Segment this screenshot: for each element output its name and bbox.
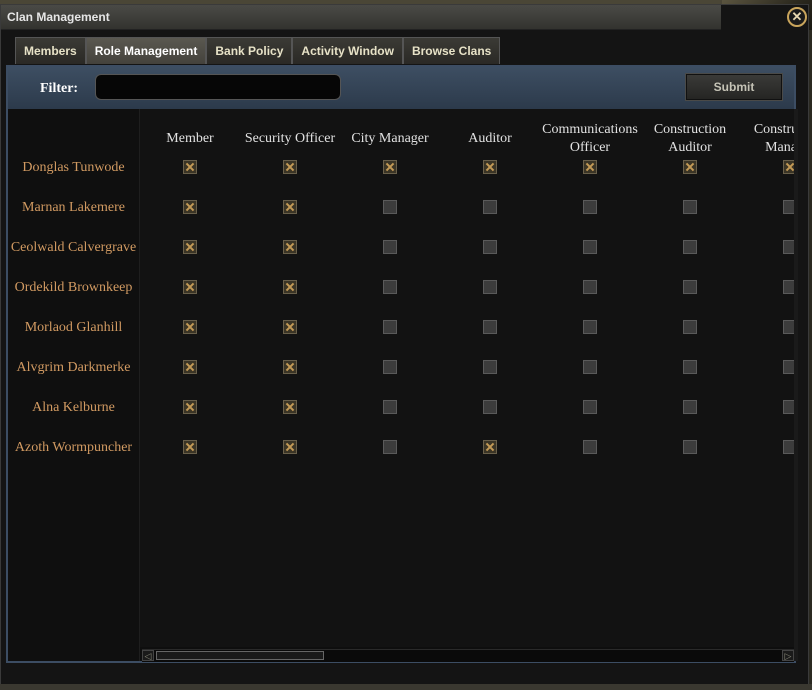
role-checkbox[interactable] (283, 160, 297, 174)
role-checkbox[interactable] (183, 240, 197, 254)
scrollbar-thumb[interactable] (156, 651, 324, 660)
member-name: Donglas Tunwode (22, 159, 125, 175)
role-checkbox[interactable] (483, 200, 497, 214)
role-checkbox[interactable] (183, 440, 197, 454)
close-icon[interactable]: ✕ (787, 7, 807, 27)
role-checkbox[interactable] (483, 240, 497, 254)
role-management-panel: Filter: Submit Donglas Tunwode Marnan Lak… (6, 65, 798, 663)
column-header: Construction Auditor (653, 122, 727, 155)
member-name-column: Donglas Tunwode Marnan Lakemere Ceolwald C… (8, 109, 140, 661)
role-checkbox[interactable] (783, 440, 794, 454)
column-header: Auditor (468, 131, 512, 146)
horizontal-scrollbar[interactable]: ◁ ▷ (142, 649, 794, 662)
filter-input[interactable] (95, 74, 341, 100)
role-checkbox[interactable] (683, 280, 697, 294)
tab-bank-policy[interactable]: Bank Policy (206, 37, 293, 64)
role-checkbox[interactable] (583, 320, 597, 334)
role-checkbox[interactable] (583, 400, 597, 414)
submit-button[interactable]: Submit (686, 74, 782, 100)
role-checkbox[interactable] (583, 160, 597, 174)
role-checkbox[interactable] (483, 280, 497, 294)
role-checkbox[interactable] (683, 200, 697, 214)
role-checkbox[interactable] (383, 400, 397, 414)
member-name: Ceolwald Calvergrave (10, 239, 137, 255)
role-checkbox[interactable] (283, 320, 297, 334)
tab-role-management[interactable]: Role Management (85, 37, 207, 64)
role-checkbox[interactable] (183, 400, 197, 414)
role-checkbox[interactable] (683, 160, 697, 174)
role-checkbox[interactable] (183, 360, 197, 374)
member-name: Ordekild Brownkeep (14, 279, 133, 295)
role-checkbox[interactable] (283, 280, 297, 294)
tab-bar: Members Role Management Bank Policy Activit… (15, 37, 501, 65)
tab-members[interactable]: Members (15, 37, 86, 64)
role-checkbox[interactable] (283, 440, 297, 454)
clan-management-window: Clan Management ✕ Members Role Management… (0, 4, 809, 686)
member-name: Alna Kelburne (32, 399, 115, 415)
role-checkbox[interactable] (583, 280, 597, 294)
role-checkbox[interactable] (583, 360, 597, 374)
filter-label: Filter: (40, 81, 79, 96)
filter-bar: Filter: Submit (8, 67, 794, 109)
member-name: Alvgrim Darkmerke (16, 359, 131, 375)
role-checkbox[interactable] (483, 360, 497, 374)
column-header: City Manager (351, 131, 429, 146)
role-checkbox[interactable] (783, 160, 794, 174)
role-checkbox[interactable] (783, 280, 794, 294)
column-header: Construction Manager (753, 122, 794, 155)
role-checkbox[interactable] (783, 360, 794, 374)
role-checkbox[interactable] (583, 240, 597, 254)
member-name: Azoth Wormpuncher (14, 439, 133, 455)
role-checkbox[interactable] (583, 200, 597, 214)
role-grid: Member Security Officer City Manager Audito… (140, 109, 794, 647)
role-checkbox[interactable] (283, 360, 297, 374)
column-header: Communications Officer (542, 122, 638, 155)
role-checkbox[interactable] (183, 160, 197, 174)
role-checkbox[interactable] (383, 360, 397, 374)
role-checkbox[interactable] (283, 400, 297, 414)
member-name: Marnan Lakemere (22, 199, 125, 215)
role-checkbox[interactable] (383, 320, 397, 334)
role-checkbox[interactable] (683, 440, 697, 454)
role-checkbox[interactable] (783, 320, 794, 334)
window-title: Clan Management (7, 10, 110, 24)
role-checkbox[interactable] (683, 320, 697, 334)
role-checkbox[interactable] (783, 400, 794, 414)
role-checkbox[interactable] (583, 440, 597, 454)
role-checkbox[interactable] (383, 280, 397, 294)
role-checkbox[interactable] (383, 440, 397, 454)
role-checkbox[interactable] (183, 280, 197, 294)
role-checkbox[interactable] (383, 200, 397, 214)
role-checkbox[interactable] (283, 200, 297, 214)
column-header: Security Officer (244, 131, 336, 146)
role-checkbox[interactable] (683, 240, 697, 254)
role-checkbox[interactable] (183, 200, 197, 214)
role-checkbox[interactable] (483, 400, 497, 414)
background-bottom (0, 684, 812, 690)
role-checkbox[interactable] (283, 240, 297, 254)
column-header: Member (166, 131, 214, 146)
role-checkbox[interactable] (483, 160, 497, 174)
role-checkbox[interactable] (783, 240, 794, 254)
tab-browse-clans[interactable]: Browse Clans (402, 37, 501, 64)
role-checkbox[interactable] (483, 440, 497, 454)
title-bar[interactable]: Clan Management (1, 5, 721, 30)
role-checkbox[interactable] (483, 320, 497, 334)
role-checkbox[interactable] (183, 320, 197, 334)
scroll-right-icon[interactable]: ▷ (782, 650, 794, 661)
role-checkbox[interactable] (683, 360, 697, 374)
role-checkbox[interactable] (383, 160, 397, 174)
scroll-left-icon[interactable]: ◁ (142, 650, 154, 661)
role-checkbox[interactable] (783, 200, 794, 214)
member-name: Morlaod Glanhill (24, 319, 123, 335)
role-checkbox[interactable] (683, 400, 697, 414)
role-checkbox[interactable] (383, 240, 397, 254)
tab-activity-window[interactable]: Activity Window (292, 37, 403, 64)
vertical-scrollbar-track[interactable] (794, 109, 798, 661)
